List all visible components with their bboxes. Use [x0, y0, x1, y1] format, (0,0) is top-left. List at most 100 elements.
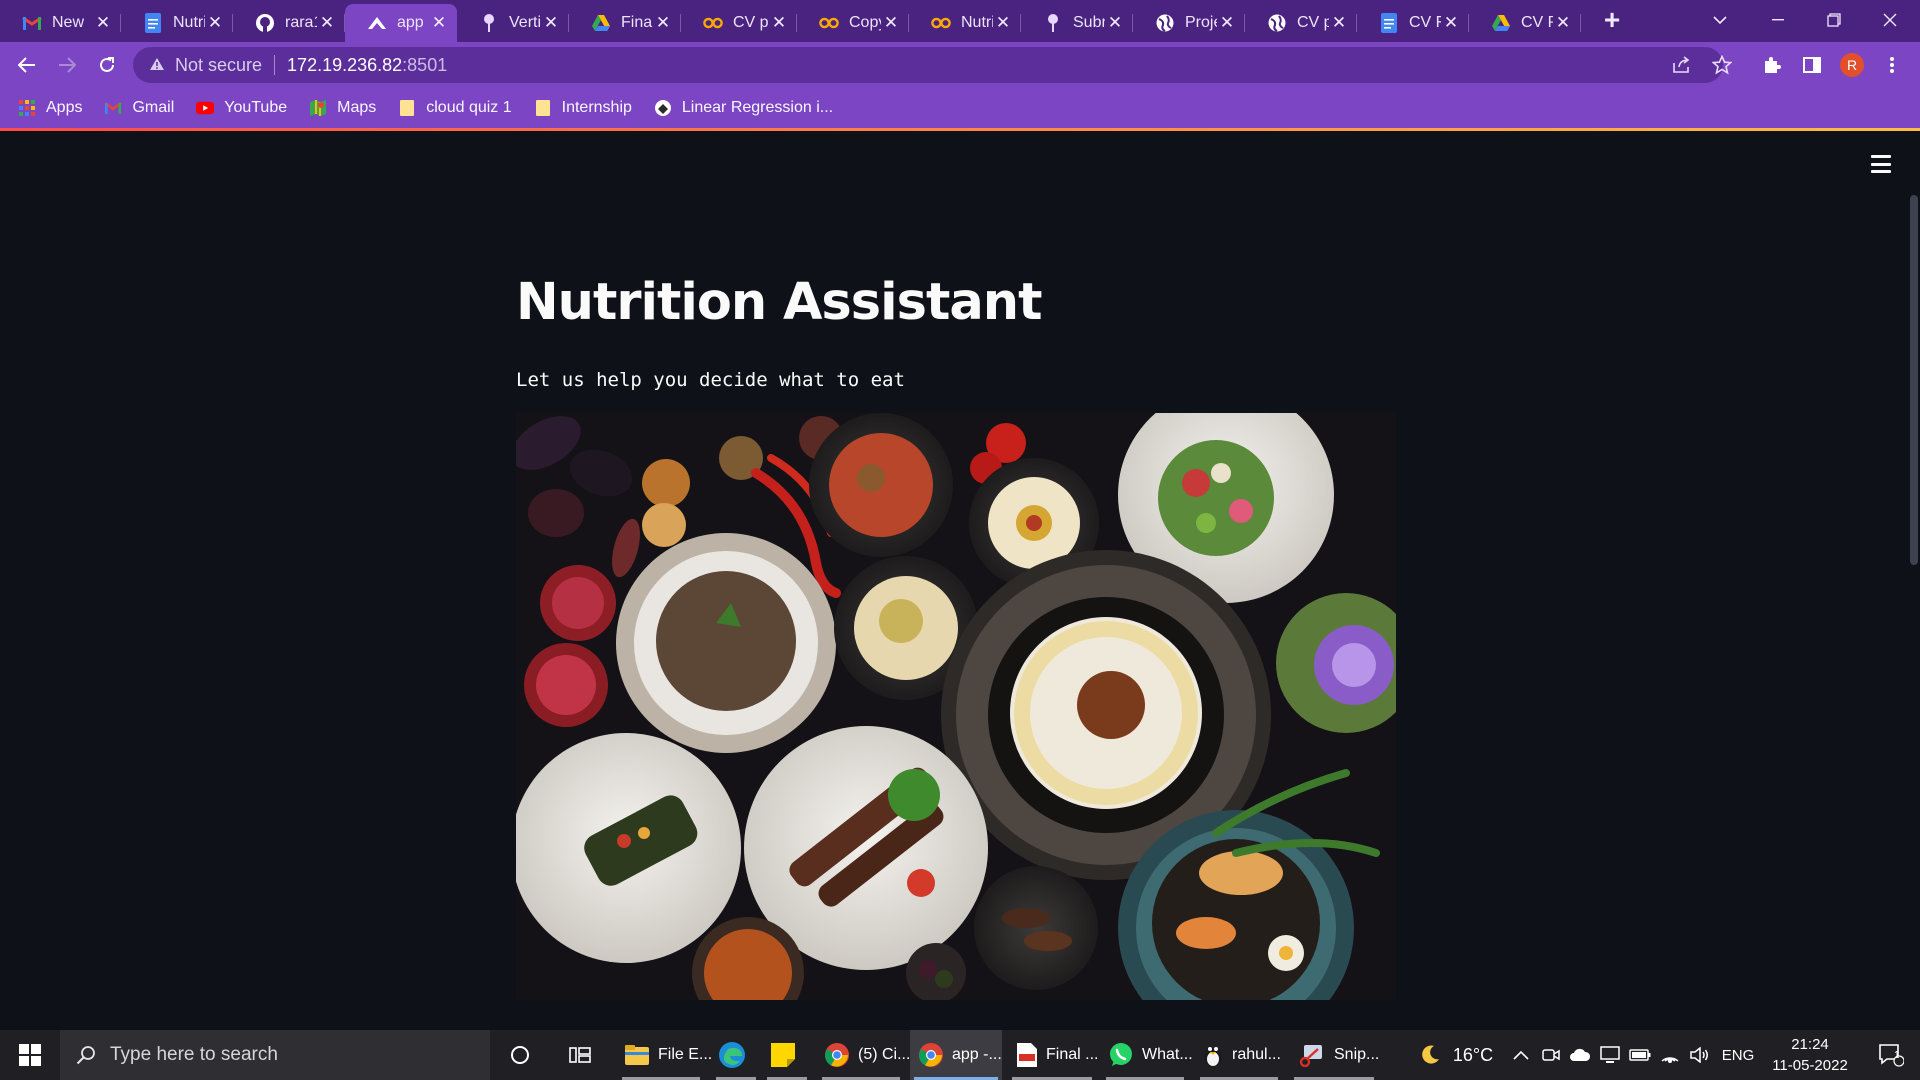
- windows-taskbar: Type here to search File E... (5) Ci... …: [0, 1030, 1920, 1080]
- close-tab-icon[interactable]: ✕: [1553, 13, 1573, 33]
- bookmark-youtube[interactable]: YouTube: [196, 93, 287, 123]
- browser-tab-strip: New ✕ Nutri ✕ rara1 ✕ app ✕ Verti ✕ Fina: [0, 0, 1920, 42]
- security-status-label[interactable]: Not secure: [175, 55, 262, 76]
- meet-now-icon[interactable]: [1538, 1030, 1564, 1080]
- bookmark-apps[interactable]: Apps: [18, 93, 82, 123]
- bookmark-star-icon[interactable]: [1706, 49, 1738, 81]
- wifi-icon[interactable]: [1656, 1030, 1684, 1080]
- tab-title: Nutri: [173, 14, 205, 31]
- taskbar-search-box[interactable]: Type here to search: [60, 1030, 490, 1080]
- taskbar-chrome-window-app[interactable]: app -...: [910, 1030, 1002, 1080]
- page-scrollbar[interactable]: [1910, 195, 1918, 565]
- tab-cv-doc[interactable]: CV F ✕: [1357, 4, 1469, 42]
- tab-title: Subn: [1073, 14, 1105, 31]
- side-panel-icon[interactable]: [1796, 49, 1828, 81]
- taskbar-chrome-window-1[interactable]: (5) Ci...: [818, 1030, 910, 1080]
- tab-submission[interactable]: Subn ✕: [1021, 4, 1133, 42]
- tab-cv-site[interactable]: CV p ✕: [1245, 4, 1357, 42]
- taskbar-clock[interactable]: 21:24 11-05-2022: [1760, 1030, 1860, 1080]
- folder-icon: [534, 99, 552, 117]
- battery-icon[interactable]: [1626, 1030, 1654, 1080]
- url-port: :8501: [402, 54, 448, 75]
- tab-title: Verti: [509, 14, 541, 31]
- onedrive-cloud-icon[interactable]: [1566, 1030, 1594, 1080]
- minimize-window-icon[interactable]: [1750, 0, 1806, 40]
- share-icon[interactable]: [1665, 49, 1697, 81]
- colab-icon: [819, 13, 839, 33]
- close-tab-icon[interactable]: ✕: [541, 13, 561, 33]
- back-arrow-icon[interactable]: [11, 49, 43, 81]
- task-view-icon[interactable]: [560, 1030, 600, 1080]
- windows-start-icon[interactable]: [0, 1030, 60, 1080]
- bookmark-label: Linear Regression i...: [681, 99, 834, 116]
- tab-final-drive[interactable]: Final ✕: [569, 4, 681, 42]
- chevron-up-icon[interactable]: [1508, 1030, 1534, 1080]
- bookmark-gmail[interactable]: Gmail: [104, 93, 174, 123]
- tab-copy-colab[interactable]: Copy ✕: [797, 4, 909, 42]
- close-tab-icon[interactable]: ✕: [769, 13, 789, 33]
- close-tab-icon[interactable]: ✕: [1441, 13, 1461, 33]
- close-window-icon[interactable]: [1862, 0, 1918, 40]
- tab-app-active[interactable]: app ✕: [345, 4, 457, 42]
- close-tab-icon[interactable]: ✕: [317, 13, 337, 33]
- tab-github[interactable]: rara1 ✕: [233, 4, 345, 42]
- apps-grid-icon: [18, 99, 36, 117]
- taskbar-file-explorer[interactable]: File E...: [618, 1030, 712, 1080]
- bookmark-label: cloud quiz 1: [426, 99, 512, 116]
- close-tab-icon[interactable]: ✕: [881, 13, 901, 33]
- tab-cv-colab[interactable]: CV p ✕: [681, 4, 797, 42]
- close-tab-icon[interactable]: ✕: [93, 13, 113, 33]
- weather-moon-icon[interactable]: [1412, 1030, 1448, 1080]
- tab-nutrition-doc[interactable]: Nutri ✕: [121, 4, 233, 42]
- close-tab-icon[interactable]: ✕: [1105, 13, 1125, 33]
- tab-new-gmail[interactable]: New ✕: [0, 4, 121, 42]
- volume-icon[interactable]: [1686, 1030, 1714, 1080]
- taskbar-pdf[interactable]: Final ...: [1008, 1030, 1098, 1080]
- close-tab-icon[interactable]: ✕: [205, 13, 225, 33]
- taskbar-whatsapp[interactable]: What...: [1102, 1030, 1193, 1080]
- cortana-icon[interactable]: [500, 1030, 540, 1080]
- close-tab-icon[interactable]: ✕: [1217, 13, 1237, 33]
- profile-button[interactable]: R: [1836, 49, 1868, 81]
- display-icon[interactable]: [1596, 1030, 1624, 1080]
- taskbar-linux-terminal[interactable]: rahul...: [1196, 1030, 1282, 1080]
- close-tab-icon[interactable]: ✕: [1329, 13, 1349, 33]
- more-menu-icon[interactable]: [1876, 49, 1908, 81]
- notifications-icon[interactable]: 1: [1866, 1030, 1916, 1080]
- github-icon: [255, 13, 275, 33]
- chrome-icon: [918, 1042, 944, 1068]
- input-language[interactable]: ENG: [1716, 1030, 1760, 1080]
- tab-search-chevron-icon[interactable]: [1700, 0, 1740, 40]
- colab-icon: [931, 13, 951, 33]
- tab-cv-drive[interactable]: CV P ✕: [1469, 4, 1581, 42]
- weather-temperature[interactable]: 16°C: [1448, 1030, 1498, 1080]
- bookmark-maps[interactable]: Maps: [309, 93, 376, 123]
- taskbar-sticky-notes[interactable]: [763, 1030, 811, 1080]
- warning-triangle-icon[interactable]: [149, 55, 165, 76]
- google-docs-icon: [1379, 13, 1399, 33]
- close-tab-icon[interactable]: ✕: [993, 13, 1013, 33]
- taskbar-snipping-tool[interactable]: Snip...: [1290, 1030, 1379, 1080]
- reload-icon[interactable]: [91, 49, 123, 81]
- tab-project[interactable]: Proje ✕: [1133, 4, 1245, 42]
- bookmark-linear-regression[interactable]: Linear Regression i...: [654, 93, 833, 123]
- taskbar-edge[interactable]: [712, 1030, 760, 1080]
- new-tab-button[interactable]: +: [1594, 0, 1630, 40]
- close-tab-icon[interactable]: ✕: [429, 13, 449, 33]
- tab-vertical[interactable]: Verti ✕: [457, 4, 569, 42]
- tab-title: CV P: [1521, 14, 1553, 31]
- tab-title: New: [52, 14, 85, 31]
- bookmark-cloud-quiz[interactable]: cloud quiz 1: [398, 93, 512, 123]
- close-tab-icon[interactable]: ✕: [653, 13, 673, 33]
- address-bar[interactable]: Not secure 172.19.236.82:8501: [133, 47, 1723, 83]
- pin-icon: [479, 13, 499, 33]
- page-title: Nutrition Assistant: [516, 273, 1042, 332]
- youtube-icon: [196, 99, 215, 117]
- extensions-puzzle-icon[interactable]: [1756, 49, 1788, 81]
- tab-nutrition-colab[interactable]: Nutri ✕: [909, 4, 1021, 42]
- forward-arrow-icon[interactable]: [51, 49, 83, 81]
- bookmark-internship[interactable]: Internship: [534, 93, 632, 123]
- app-menu-hamburger-icon[interactable]: [1868, 153, 1894, 175]
- sticky-notes-icon: [770, 1042, 796, 1068]
- restore-window-icon[interactable]: [1806, 0, 1862, 40]
